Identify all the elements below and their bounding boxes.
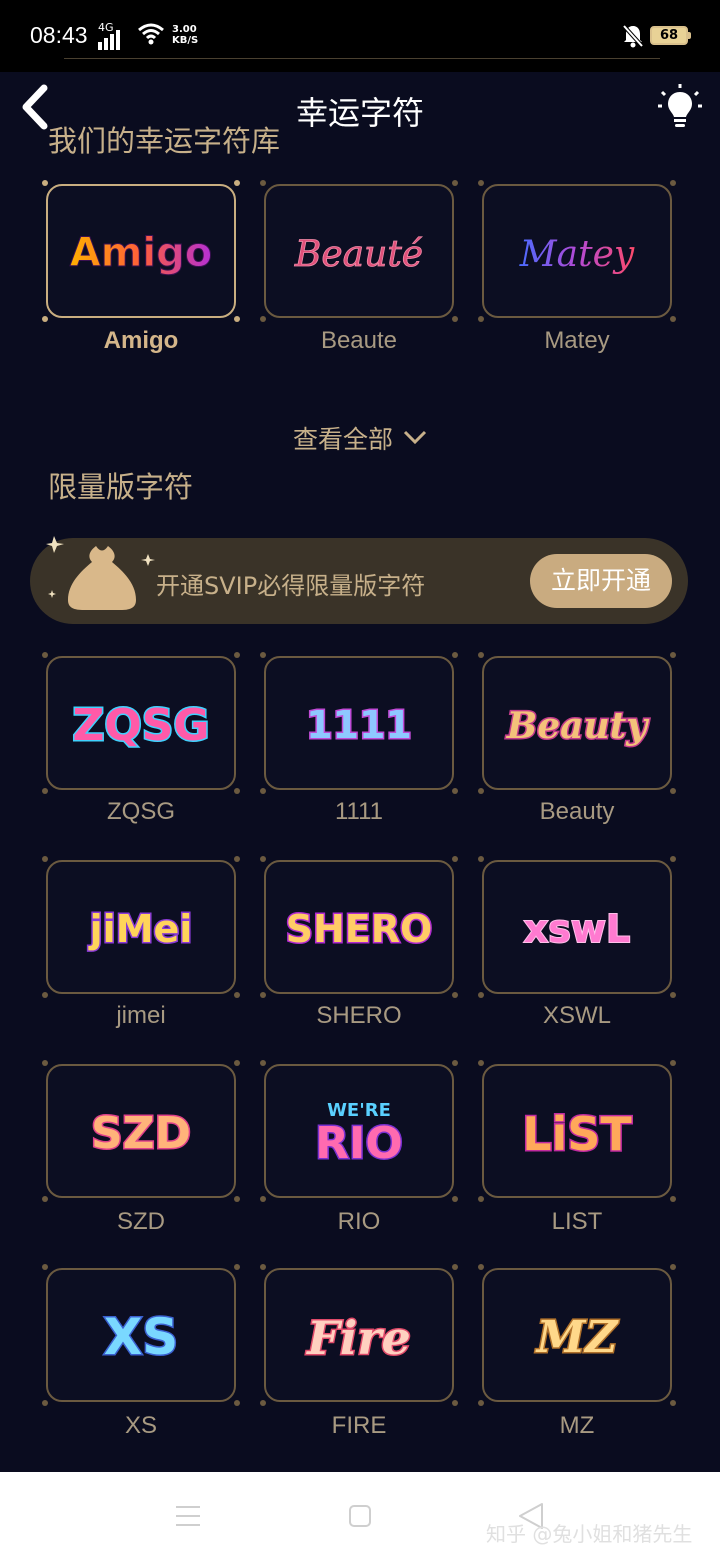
charset-card-szd[interactable]: SZD (42, 1060, 240, 1202)
svg-text:1111: 1111 (306, 703, 412, 747)
charset-card-xswl[interactable]: xswL (478, 856, 676, 998)
divider (64, 58, 660, 59)
mute-bell-icon (622, 24, 644, 48)
svg-text:jiMei: jiMei (88, 907, 193, 951)
charset-card-fire[interactable]: Fire (260, 1264, 458, 1406)
charset-label-amigo: Amigo (103, 327, 179, 354)
charset-card-beaute[interactable]: Beauté (260, 180, 458, 322)
charset-label-rio: RIO (337, 1208, 381, 1235)
activate-svip-button[interactable]: 立即开通 (530, 554, 672, 608)
wifi-icon (138, 23, 164, 45)
charset-label-mz: MZ (559, 1412, 595, 1439)
view-all-label: 查看全部 (292, 425, 393, 454)
charset-card-xs[interactable]: XS (42, 1264, 240, 1406)
beaute-logo: Beauté (266, 186, 452, 316)
charset-label-jimei: jimei (116, 1002, 166, 1029)
svg-text:LiST: LiST (522, 1107, 632, 1161)
svg-text:Amigo: Amigo (70, 230, 212, 276)
status-time: 08:43 (30, 22, 88, 48)
charset-label-1111: 1111 (334, 798, 384, 825)
view-all-button[interactable]: 查看全部 (0, 420, 720, 456)
rio-logo: WE'RE RIO (266, 1066, 452, 1196)
charset-card-list[interactable]: LiST (478, 1060, 676, 1202)
svg-text:XS: XS (104, 1308, 179, 1366)
charset-label-zqsg: ZQSG (106, 798, 175, 825)
charset-label-fire: FIRE (331, 1412, 387, 1439)
charset-card-mz[interactable]: MZ (478, 1264, 676, 1406)
signal-icon (98, 30, 120, 50)
fire-logo: Fire (266, 1270, 452, 1400)
status-bar: 08:43 4G 3.00 KB/S 68 (0, 0, 720, 72)
list-logo: LiST (484, 1066, 670, 1196)
xs-logo: XS (48, 1270, 234, 1400)
charset-card-jimei[interactable]: jiMei (42, 856, 240, 998)
svg-text:SZD: SZD (91, 1108, 191, 1159)
svg-text:SHERO: SHERO (286, 907, 433, 951)
battery-indicator: 68 (650, 26, 691, 45)
chevron-down-icon (403, 430, 427, 444)
svg-text:RIO: RIO (315, 1118, 403, 1169)
charset-label-shero: SHERO (316, 1002, 402, 1029)
shero-logo: SHERO (266, 862, 452, 992)
gift-bag-icon (46, 536, 155, 610)
home-icon[interactable] (349, 1505, 371, 1527)
beauty-logo: Beauty (484, 658, 670, 788)
charset-card-shero[interactable]: SHERO (260, 856, 458, 998)
svg-text:xswL: xswL (524, 907, 630, 951)
charset-label-xs: XS (124, 1412, 157, 1439)
library-section-title: 我们的幸运字符库 (48, 124, 281, 158)
recent-apps-icon[interactable] (176, 1505, 200, 1527)
szd-logo: SZD (48, 1066, 234, 1196)
svg-text:ZQSG: ZQSG (72, 700, 209, 751)
lightbulb-icon[interactable] (656, 82, 704, 130)
svg-text:Fire: Fire (305, 1311, 411, 1365)
mz-logo: MZ (484, 1270, 670, 1400)
svg-text:Beauté: Beauté (294, 234, 423, 275)
banner-text: 开通SVIP必得限量版字符 (156, 572, 426, 600)
network-speed: 3.00 KB/S (172, 24, 199, 46)
charset-card-rio[interactable]: WE'RE RIO (260, 1060, 458, 1202)
1111-logo: 1111 (266, 658, 452, 788)
svip-banner: 开通SVIP必得限量版字符 立即开通 (30, 536, 688, 624)
network-indicator: 4G (98, 22, 120, 50)
charset-label-beauty: Beauty (539, 798, 615, 825)
charset-card-1111[interactable]: 1111 (260, 652, 458, 794)
svg-text:Beauty: Beauty (506, 705, 649, 747)
charset-label-beaute: Beaute (320, 327, 398, 354)
charset-card-matey[interactable]: Matey (478, 180, 676, 322)
charset-label-xswl: XSWL (542, 1002, 611, 1029)
limited-section-title: 限量版字符 (48, 470, 194, 504)
charset-label-list: LIST (551, 1208, 603, 1235)
amigo-logo: Amigo (48, 186, 234, 316)
charset-card-beauty[interactable]: Beauty (478, 652, 676, 794)
zqsg-logo: ZQSG (48, 658, 234, 788)
charset-card-zqsg[interactable]: ZQSG (42, 652, 240, 794)
xswl-logo: xswL (484, 862, 670, 992)
charset-label-matey: Matey (544, 327, 610, 354)
charset-label-szd: SZD (117, 1208, 165, 1235)
jimei-logo: jiMei (48, 862, 234, 992)
svg-text:MZ: MZ (535, 1312, 620, 1363)
svg-text:Matey: Matey (519, 234, 635, 275)
charset-card-amigo[interactable]: Amigo (42, 180, 240, 322)
matey-logo: Matey (484, 186, 670, 316)
watermark-text: 知乎 @兔小姐和猪先生 (486, 1522, 693, 1546)
